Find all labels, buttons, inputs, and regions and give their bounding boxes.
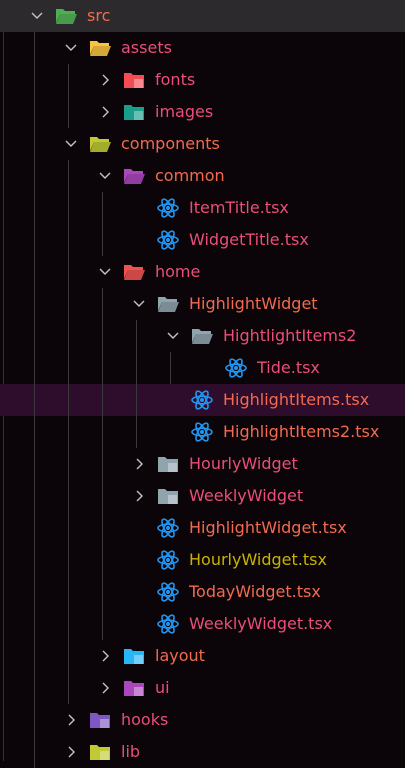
folder-row-hooks[interactable]: hooks bbox=[0, 704, 405, 736]
file-row-todaywidget-tsx[interactable]: TodayWidget.tsx bbox=[0, 576, 405, 608]
folder-row-weeklywidget[interactable]: WeeklyWidget bbox=[0, 480, 405, 512]
react-icon bbox=[157, 198, 179, 218]
chevron-down-icon[interactable] bbox=[166, 328, 180, 344]
chevron-right-icon[interactable] bbox=[64, 744, 78, 760]
chevron-right-icon[interactable] bbox=[132, 456, 146, 472]
indent-guide bbox=[170, 352, 171, 384]
react-icon bbox=[191, 422, 213, 442]
folder-row-src[interactable]: src bbox=[0, 0, 405, 32]
folder-row-layout[interactable]: layout bbox=[0, 640, 405, 672]
item-label: TodayWidget.tsx bbox=[189, 582, 321, 601]
item-label: HighlightWidget bbox=[189, 294, 318, 313]
react-icon bbox=[191, 390, 213, 410]
chevron-down-icon[interactable] bbox=[64, 40, 78, 56]
item-label: Tide.tsx bbox=[257, 358, 320, 377]
item-label: home bbox=[155, 262, 201, 281]
item-label: fonts bbox=[155, 70, 196, 89]
folder-row-fonts[interactable]: fonts bbox=[0, 64, 405, 96]
item-label: lib bbox=[121, 742, 141, 761]
item-label: ItemTitle.tsx bbox=[189, 198, 289, 217]
file-row-highlightitems2-tsx[interactable]: HighlightItems2.tsx bbox=[0, 416, 405, 448]
chevron-down-icon[interactable] bbox=[64, 136, 78, 152]
src-folder-icon bbox=[55, 6, 77, 26]
file-row-tide-tsx[interactable]: Tide.tsx bbox=[0, 352, 405, 384]
chevron-right-icon[interactable] bbox=[98, 680, 112, 696]
item-label: hooks bbox=[121, 710, 169, 729]
folder-row-images[interactable]: images bbox=[0, 96, 405, 128]
file-row-widgettitle-tsx[interactable]: WidgetTitle.tsx bbox=[0, 224, 405, 256]
folder-row-lib[interactable]: lib bbox=[0, 736, 405, 768]
item-label: images bbox=[155, 102, 214, 121]
file-row-highlightitems-tsx[interactable]: HighlightItems.tsx bbox=[0, 384, 405, 416]
item-label: HighlightItems2.tsx bbox=[223, 422, 380, 441]
item-label: WidgetTitle.tsx bbox=[189, 230, 309, 249]
item-label: HighlightItems.tsx bbox=[223, 390, 370, 409]
item-label: ui bbox=[155, 678, 170, 697]
item-label: HighlightWidget.tsx bbox=[189, 518, 347, 537]
react-icon bbox=[157, 230, 179, 250]
folder-row-assets[interactable]: assets bbox=[0, 32, 405, 64]
assets-folder-icon bbox=[89, 38, 111, 58]
chevron-down-icon[interactable] bbox=[98, 264, 112, 280]
chevron-down-icon[interactable] bbox=[98, 168, 112, 184]
indent-guide bbox=[102, 192, 103, 256]
chevron-right-icon[interactable] bbox=[98, 72, 112, 88]
common-folder-icon bbox=[123, 166, 145, 186]
chevron-right-icon[interactable] bbox=[98, 104, 112, 120]
item-label: common bbox=[155, 166, 225, 185]
folder-icon bbox=[157, 486, 179, 506]
fonts-folder-icon bbox=[123, 70, 145, 90]
chevron-right-icon[interactable] bbox=[132, 488, 146, 504]
indent-guide bbox=[102, 288, 103, 640]
home-folder-icon bbox=[123, 262, 145, 282]
file-row-highlightwidget-tsx[interactable]: HighlightWidget.tsx bbox=[0, 512, 405, 544]
file-row-itemtitle-tsx[interactable]: ItemTitle.tsx bbox=[0, 192, 405, 224]
item-label: WeeklyWidget bbox=[189, 486, 304, 505]
chevron-right-icon[interactable] bbox=[64, 712, 78, 728]
folder-row-hightlightitems2[interactable]: HightlightItems2 bbox=[0, 320, 405, 352]
folder-row-highlightwidget[interactable]: HighlightWidget bbox=[0, 288, 405, 320]
indent-guide bbox=[68, 64, 69, 128]
folder-open-icon bbox=[157, 294, 179, 314]
folder-row-components[interactable]: components bbox=[0, 128, 405, 160]
components-folder-icon bbox=[89, 134, 111, 154]
react-icon bbox=[157, 518, 179, 538]
folder-row-home[interactable]: home bbox=[0, 256, 405, 288]
lib-folder-icon bbox=[89, 742, 111, 762]
folder-icon bbox=[157, 454, 179, 474]
chevron-down-icon[interactable] bbox=[30, 8, 44, 24]
item-label: src bbox=[87, 6, 111, 25]
file-row-weeklywidget-tsx[interactable]: WeeklyWidget.tsx bbox=[0, 608, 405, 640]
item-label: assets bbox=[121, 38, 172, 57]
images-folder-icon bbox=[123, 102, 145, 122]
item-label: components bbox=[121, 134, 220, 153]
item-label: HourlyWidget bbox=[189, 454, 298, 473]
react-icon bbox=[157, 582, 179, 602]
chevron-down-icon[interactable] bbox=[132, 296, 146, 312]
folder-open-icon bbox=[191, 326, 213, 346]
folder-row-common[interactable]: common bbox=[0, 160, 405, 192]
hooks-folder-icon bbox=[89, 710, 111, 730]
react-icon bbox=[157, 614, 179, 634]
item-label: layout bbox=[155, 646, 205, 665]
item-label: HightlightItems2 bbox=[223, 326, 357, 345]
chevron-right-icon[interactable] bbox=[98, 648, 112, 664]
item-label: WeeklyWidget.tsx bbox=[189, 614, 333, 633]
react-icon bbox=[157, 550, 179, 570]
react-icon bbox=[225, 358, 247, 378]
file-row-hourlywidget-tsx[interactable]: HourlyWidget.tsx bbox=[0, 544, 405, 576]
indent-guide bbox=[34, 32, 35, 768]
folder-row-ui[interactable]: ui bbox=[0, 672, 405, 704]
item-label: HourlyWidget.tsx bbox=[189, 550, 327, 569]
indent-guide bbox=[136, 320, 137, 448]
ui-folder-icon bbox=[123, 678, 145, 698]
indent-guide bbox=[68, 160, 69, 704]
layout-folder-icon bbox=[123, 646, 145, 666]
folder-row-hourlywidget[interactable]: HourlyWidget bbox=[0, 448, 405, 480]
